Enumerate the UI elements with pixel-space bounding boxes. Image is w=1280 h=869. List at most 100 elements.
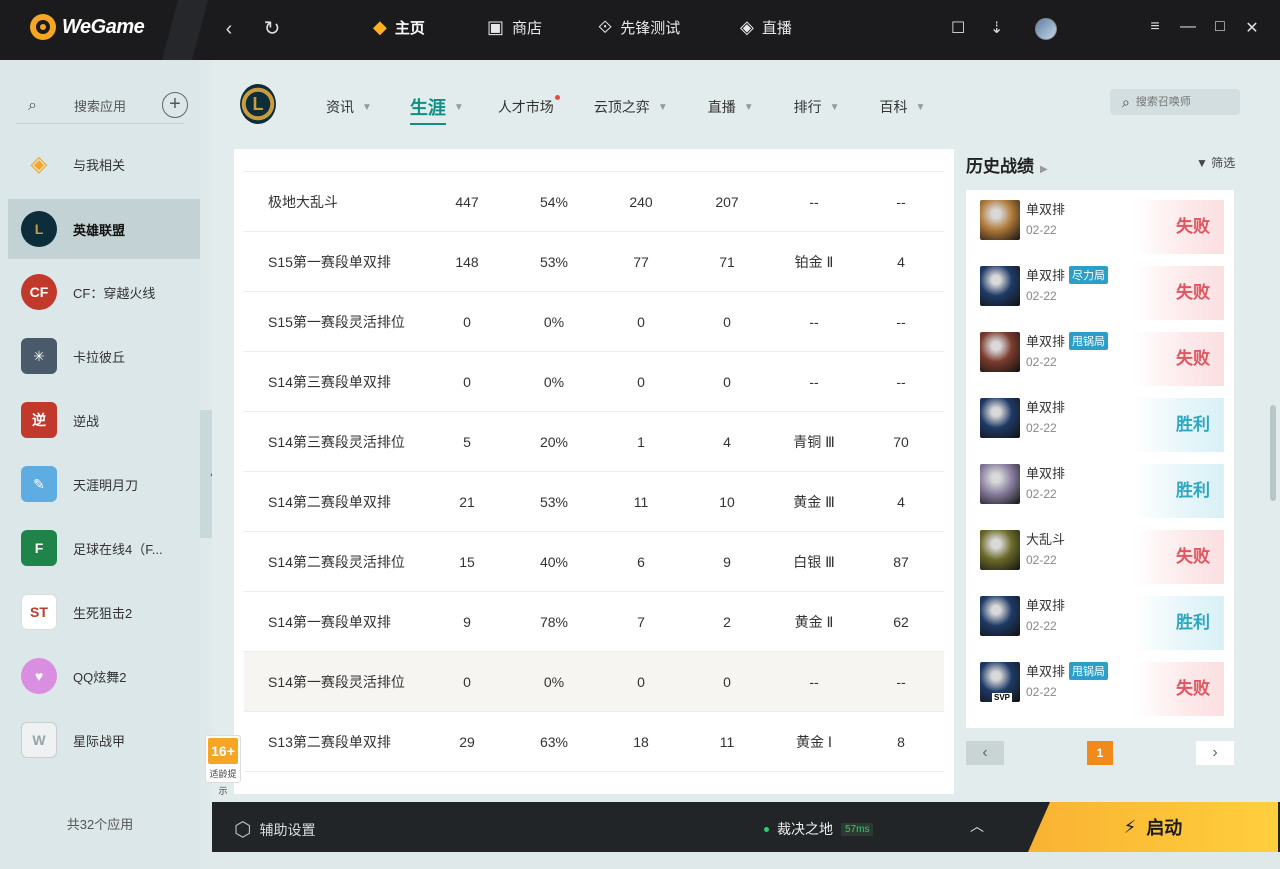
hexagon-settings-icon: ⬡ xyxy=(234,819,252,841)
sidebar-item-warframe[interactable]: W 星际战甲 xyxy=(8,710,200,770)
match-mode-label: 单双排 xyxy=(1026,202,1066,217)
user-avatar[interactable] xyxy=(1035,18,1057,40)
match-item[interactable]: 单双排 02-22 失败 xyxy=(966,190,1234,256)
table-row[interactable]: 极地大乱斗 447 54% 240 207 -- -- xyxy=(244,172,944,232)
sidebar-item-fifa[interactable]: F 足球在线4（F... xyxy=(8,518,200,578)
nizhan-icon: 逆 xyxy=(21,402,57,438)
table-row[interactable]: S13第二赛段单双排 29 63% 18 11 黄金 Ⅰ 8 xyxy=(244,712,944,772)
lightning-icon: ⚡ xyxy=(1123,816,1137,837)
chevron-down-icon: ▼ xyxy=(915,101,926,113)
summoner-search[interactable]: ⌕ xyxy=(1110,89,1240,115)
assist-settings-button[interactable]: ⬡ 辅助设置 xyxy=(234,817,315,842)
brand-name: WeGame xyxy=(62,15,145,38)
table-row[interactable]: S14第二赛段灵活排位 15 40% 6 9 白银 Ⅲ 87 xyxy=(244,532,944,592)
sidebar-item-karapichu[interactable]: ✳ 卡拉彼丘 xyxy=(8,326,200,386)
nav-live[interactable]: ◈ 直播 xyxy=(740,17,792,38)
app-search[interactable]: ⌕ 搜索应用 xyxy=(16,88,184,124)
cell-tier: 青铜 Ⅲ xyxy=(793,433,835,450)
page-number[interactable]: 1 xyxy=(1087,741,1113,765)
sidebar-item-sniper[interactable]: ST 生死狙击2 xyxy=(8,582,200,642)
launch-button[interactable]: ⚡ 启动 xyxy=(1028,802,1278,852)
tab-career[interactable]: 生涯 ▼ xyxy=(409,94,464,125)
chevron-up-icon[interactable]: ︿ xyxy=(970,816,984,836)
back-icon[interactable]: ‹ xyxy=(216,16,242,42)
wegame-logo-icon xyxy=(30,14,56,40)
prev-page-button[interactable]: ‹ xyxy=(966,741,1004,765)
next-page-button[interactable]: › xyxy=(1196,741,1234,765)
tab-news[interactable]: 资讯 ▼ xyxy=(326,97,372,117)
maximize-icon[interactable]: □ xyxy=(1210,18,1230,36)
summoner-search-input[interactable] xyxy=(1135,96,1232,108)
server-ping: 57ms xyxy=(841,822,874,836)
cell-losses: 4 xyxy=(723,433,731,450)
match-item[interactable]: 单双排 02-22 胜利 xyxy=(966,454,1234,520)
sidebar-item-lol[interactable]: L 英雄联盟 xyxy=(8,199,200,259)
match-mode: 单双排 尽力局 xyxy=(1026,265,1109,284)
filter-button[interactable]: ▼ 筛选 xyxy=(1196,154,1235,171)
age-rating-badge[interactable]: 16+ 适龄提示 xyxy=(205,735,241,796)
shop-bag-icon: ▣ xyxy=(487,17,505,37)
tab-wiki[interactable]: 百科 ▼ xyxy=(880,97,926,117)
menu-icon[interactable]: ≡ xyxy=(1145,18,1165,36)
table-row[interactable]: S14第三赛段灵活排位 5 20% 1 4 青铜 Ⅲ 70 xyxy=(244,412,944,472)
match-item[interactable]: 单双排 尽力局 02-22 失败 xyxy=(966,256,1234,322)
match-item[interactable]: 大乱斗 02-22 失败 xyxy=(966,520,1234,586)
wegame-logo[interactable]: WeGame xyxy=(30,14,145,40)
match-history-title[interactable]: 历史战绩 ▶ xyxy=(966,152,1048,177)
close-icon[interactable]: ✕ xyxy=(1242,18,1262,38)
match-mode-label: 大乱斗 xyxy=(1026,532,1066,547)
launch-label: 启动 xyxy=(1146,818,1183,838)
tab-tft[interactable]: 云顶之弈 ▼ xyxy=(594,97,668,117)
app-sidebar: ⌕ 搜索应用 + ◈ 与我相关 L 英雄联盟 CF CF：穿越火线 ✳ 卡拉彼丘… xyxy=(0,60,200,869)
table-row[interactable]: S14第三赛段单双排 0 0% 0 0 -- -- xyxy=(244,352,944,412)
match-mode-label: 单双排 xyxy=(1026,400,1066,415)
match-result: 失败 xyxy=(1134,530,1224,584)
table-row[interactable]: S14第一赛段灵活排位 0 0% 0 0 -- -- xyxy=(244,652,944,712)
tab-ranking-label: 排行 xyxy=(793,99,822,115)
server-selector[interactable]: 裁决之地 57ms xyxy=(764,819,874,839)
sidebar-item-tianya[interactable]: ✎ 天涯明月刀 xyxy=(8,454,200,514)
lol-icon: L xyxy=(21,211,57,247)
tab-live[interactable]: 直播 ▼ xyxy=(708,97,754,117)
nav-shop-label: 商店 xyxy=(512,20,543,37)
message-icon[interactable]: ☐ xyxy=(951,18,965,38)
cell-wins: 240 xyxy=(629,193,653,210)
cell-name: S14第一赛段灵活排位 xyxy=(268,673,405,690)
champion-portrait xyxy=(980,266,1020,306)
tab-talent-market[interactable]: 人才市场 xyxy=(498,95,560,117)
cell-losses: 0 xyxy=(723,673,731,690)
nav-pioneer-test[interactable]: ⟐ 先锋测试 xyxy=(598,17,680,38)
dance-icon: ♥ xyxy=(21,658,57,694)
nav-shop[interactable]: ▣ 商店 xyxy=(487,17,542,38)
match-date: 02-22 xyxy=(1026,619,1057,633)
nav-home[interactable]: ◆ 主页 xyxy=(373,17,425,38)
sidebar-item-nizhan[interactable]: 逆 逆战 xyxy=(8,390,200,450)
cell-rate: 53% xyxy=(539,493,569,510)
sidebar-item-related[interactable]: ◈ 与我相关 xyxy=(8,134,200,194)
cell-tier: 白银 Ⅲ xyxy=(793,553,835,570)
nav-live-label: 直播 xyxy=(761,20,792,37)
match-item[interactable]: SVP 单双排 甩锅局 02-22 失败 xyxy=(966,652,1234,718)
table-row[interactable]: S15第一赛段单双排 148 53% 77 71 铂金 Ⅱ 4 xyxy=(244,232,944,292)
scrollbar-thumb[interactable] xyxy=(1270,405,1276,501)
table-row[interactable]: S14第一赛段单双排 9 78% 7 2 黄金 Ⅱ 62 xyxy=(244,592,944,652)
table-row[interactable]: S14第二赛段单双排 21 53% 11 10 黄金 Ⅲ 4 xyxy=(244,472,944,532)
sidebar-item-dance[interactable]: ♥ QQ炫舞2 xyxy=(8,646,200,706)
cf-icon: CF xyxy=(21,274,57,310)
match-item[interactable]: 单双排 02-22 胜利 xyxy=(966,586,1234,652)
tab-ranking[interactable]: 排行 ▼ xyxy=(794,97,840,117)
cell-name: S14第一赛段单双排 xyxy=(268,613,391,630)
cell-losses: 71 xyxy=(719,253,735,270)
bottom-bar: ⬡ 辅助设置 裁决之地 57ms ︿ ⚡ 启动 xyxy=(212,802,1280,852)
table-row[interactable]: S15第一赛段灵活排位 0 0% 0 0 -- -- xyxy=(244,292,944,352)
refresh-icon[interactable]: ↻ xyxy=(259,16,285,42)
game-pad-icon: ◆ xyxy=(373,17,387,37)
match-item[interactable]: 单双排 02-22 胜利 xyxy=(966,388,1234,454)
add-app-button[interactable]: + xyxy=(162,92,188,118)
download-icon[interactable]: ⇣ xyxy=(990,18,1003,38)
cell-name: S14第三赛段灵活排位 xyxy=(268,433,405,450)
minimize-icon[interactable]: — xyxy=(1178,18,1198,36)
match-item[interactable]: 单双排 甩锅局 02-22 失败 xyxy=(966,322,1234,388)
sidebar-item-cf[interactable]: CF CF：穿越火线 xyxy=(8,262,200,322)
match-mode: 单双排 甩锅局 xyxy=(1026,331,1109,350)
